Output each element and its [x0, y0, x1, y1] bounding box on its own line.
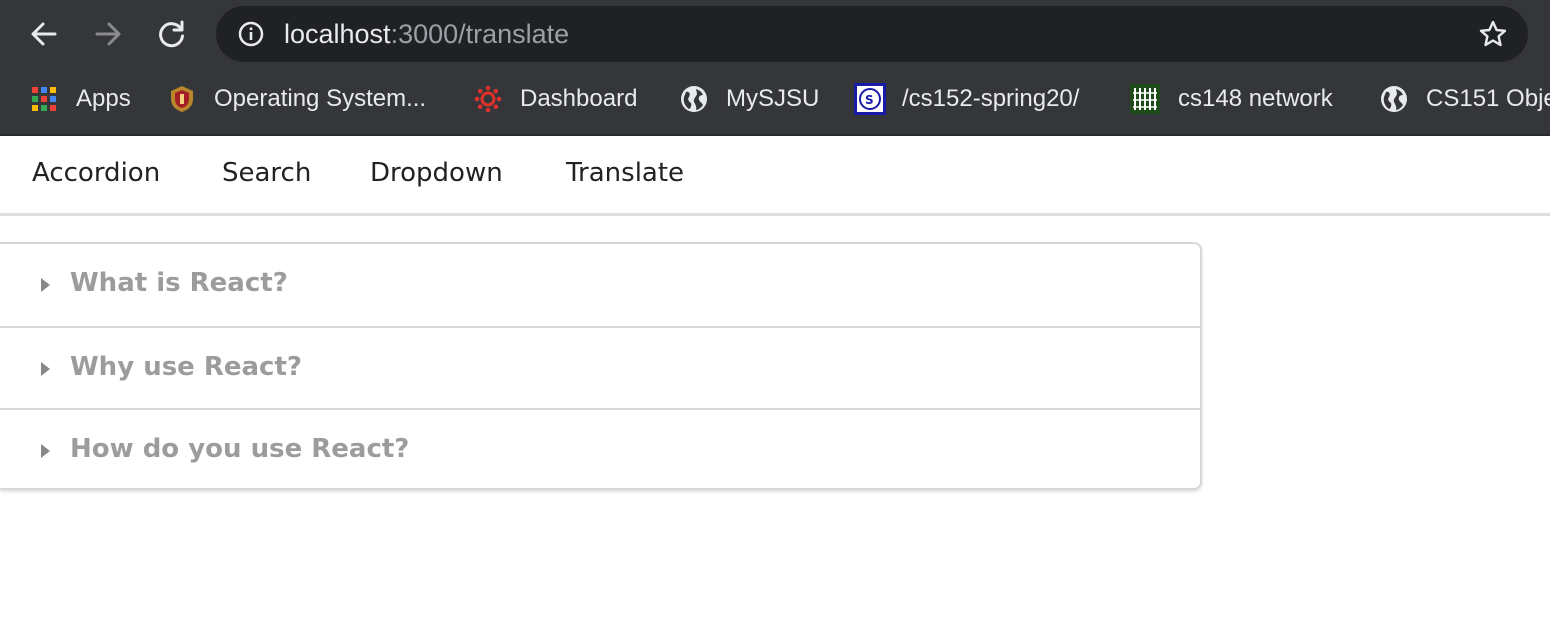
- caret-right-icon: [41, 444, 50, 458]
- bookmark-label: Dashboard: [520, 85, 638, 112]
- globe-icon: [1381, 86, 1407, 112]
- bookmark-label: cs148 network: [1178, 85, 1333, 112]
- forward-button[interactable]: [88, 14, 128, 54]
- url-text[interactable]: localhost:3000/translate: [284, 20, 569, 48]
- caret-right-icon: [41, 278, 50, 292]
- accordion-title: How do you use React?: [70, 434, 410, 464]
- caret-right-icon: [41, 362, 50, 376]
- bookmark-operating-system[interactable]: Operating System...: [168, 82, 426, 116]
- bookmarks-bar: Apps Operating System... Dashboard MySJS…: [0, 68, 1550, 134]
- accordion-item[interactable]: How do you use React?: [0, 408, 1200, 490]
- accordion-title: What is React?: [70, 268, 288, 298]
- arrow-right-icon: [95, 22, 121, 46]
- url-path: :3000/translate: [390, 19, 570, 49]
- bookmark-cs152[interactable]: S /cs152-spring20/: [854, 82, 1079, 116]
- arrow-left-icon: [31, 22, 57, 46]
- svg-text:S: S: [865, 93, 874, 107]
- accordion-title: Why use React?: [70, 352, 302, 382]
- bookmark-label: MySJSU: [726, 85, 820, 112]
- accordion-item[interactable]: What is React?: [0, 244, 1200, 326]
- bookmark-dashboard[interactable]: Dashboard: [474, 82, 637, 116]
- apps-grid-icon: [32, 87, 56, 111]
- page-menu: Accordion Search Dropdown Translate: [0, 136, 1550, 216]
- canvas-icon: [474, 85, 502, 113]
- bookmark-cs151[interactable]: CS151 Obje: [1380, 82, 1550, 116]
- accordion: What is React? Why use React? How do you…: [0, 242, 1202, 490]
- browser-toolbar: localhost:3000/translate: [0, 0, 1550, 68]
- bookmark-label: Operating System...: [214, 85, 427, 112]
- bookmark-apps[interactable]: Apps: [30, 82, 131, 116]
- menu-item-accordion[interactable]: Accordion: [32, 158, 160, 188]
- bookmark-mysjsu[interactable]: MySJSU: [680, 82, 819, 116]
- university-seal-icon: [171, 86, 193, 112]
- network-icon: [1130, 84, 1160, 114]
- bookmark-cs148[interactable]: cs148 network: [1130, 82, 1333, 116]
- bookmark-star-icon[interactable]: [1478, 19, 1508, 49]
- accordion-item[interactable]: Why use React?: [0, 326, 1200, 408]
- globe-icon: [681, 86, 707, 112]
- bookmark-label: CS151 Obje: [1426, 85, 1550, 112]
- reload-icon: [159, 20, 184, 48]
- address-bar[interactable]: localhost:3000/translate: [216, 6, 1528, 62]
- url-host: localhost: [284, 19, 391, 49]
- reload-button[interactable]: [152, 14, 192, 54]
- info-icon[interactable]: [238, 21, 264, 47]
- cs-logo-icon: S: [854, 83, 886, 115]
- menu-item-translate[interactable]: Translate: [566, 158, 684, 188]
- back-button[interactable]: [24, 14, 64, 54]
- bookmark-label: /cs152-spring20/: [902, 85, 1080, 112]
- menu-item-search[interactable]: Search: [222, 158, 311, 188]
- menu-item-dropdown[interactable]: Dropdown: [370, 158, 503, 188]
- bookmark-label: Apps: [76, 85, 131, 112]
